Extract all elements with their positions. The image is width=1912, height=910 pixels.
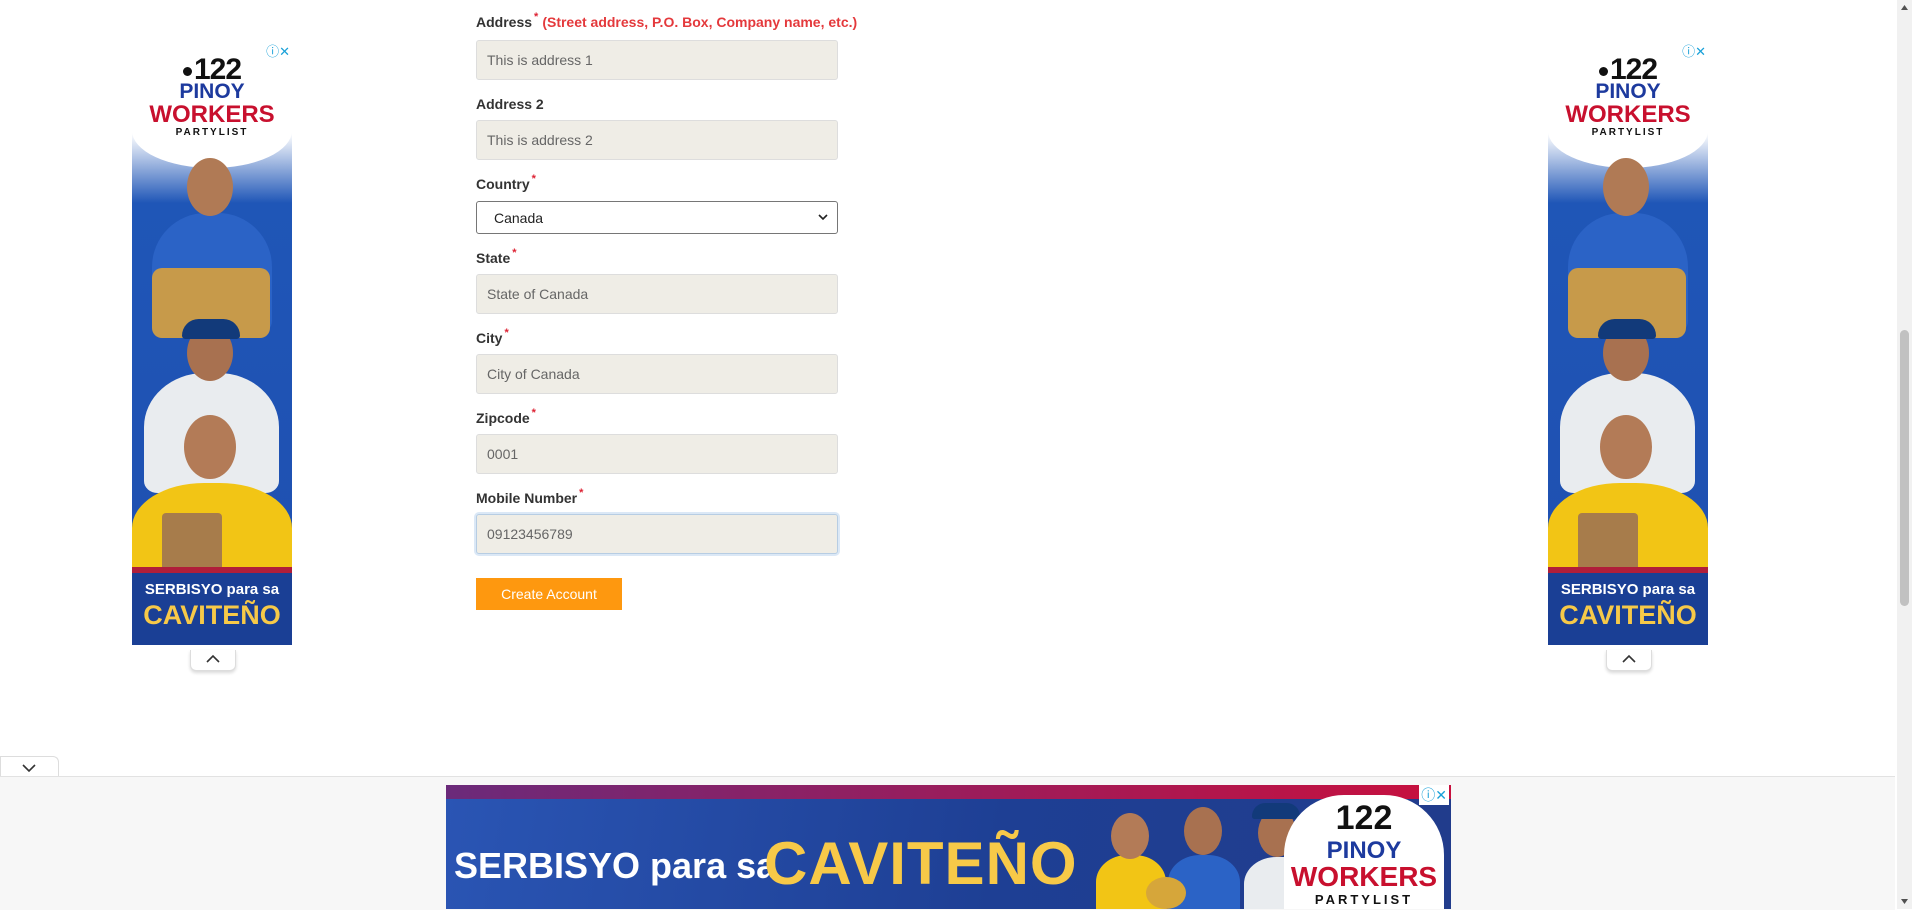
banner-person-2-head — [1184, 807, 1222, 855]
ad-name-line1: PINOY — [179, 80, 245, 103]
right-ad-collapse-button[interactable] — [1606, 650, 1652, 671]
address-label: Address * (Street address, P.O. Box, Compa… — [476, 11, 858, 30]
ad-tagline: SERBISYO para sa — [1560, 581, 1696, 598]
required-marker: * — [531, 407, 536, 419]
ad-footer: SERBISYO para sa CAVITEÑO — [132, 567, 292, 645]
left-side-ad[interactable]: 122 PINOY WORKERS PARTYLIST SERBISYO par… — [132, 43, 292, 645]
banner-name-line2: WORKERS — [1290, 861, 1438, 892]
page-scrollbar[interactable] — [1897, 0, 1912, 909]
ad-footer: SERBISYO para sa CAVITEÑO — [1548, 567, 1708, 645]
address2-input[interactable] — [476, 120, 838, 160]
ad-name-line2: WORKERS — [1565, 101, 1691, 128]
state-input[interactable] — [476, 274, 838, 314]
right-side-ad[interactable]: 122 PINOY WORKERS PARTYLIST SERBISYO par… — [1548, 43, 1708, 645]
ad-name-line3: PARTYLIST — [1591, 127, 1665, 138]
required-marker: * — [531, 173, 536, 185]
scrollbar-thumb[interactable] — [1900, 330, 1909, 606]
chevron-up-icon — [206, 654, 220, 663]
country-selected-value: Canada — [494, 210, 544, 226]
left-ad-collapse-button[interactable] — [190, 650, 236, 671]
country-select[interactable]: Canada — [476, 201, 838, 234]
banner-tagline: SERBISYO para sa — [454, 845, 777, 886]
close-icon[interactable]: ✕ — [1435, 787, 1447, 803]
close-icon[interactable]: ✕ — [1695, 44, 1706, 59]
ad-person-3-head — [1600, 415, 1652, 479]
ad-name-line1: PINOY — [1595, 80, 1661, 103]
city-input[interactable] — [476, 354, 838, 394]
required-marker: * — [579, 487, 584, 499]
address-input[interactable] — [476, 40, 838, 80]
banner-pineapple — [1146, 877, 1186, 909]
chevron-down-icon — [22, 764, 36, 773]
ad-bag — [1578, 513, 1638, 573]
ad-creative[interactable]: 122 PINOY WORKERS PARTYLIST SERBISYO par… — [1548, 43, 1708, 645]
city-label: City * — [476, 327, 509, 346]
info-icon[interactable]: ⓘ — [266, 44, 279, 59]
ad-choices[interactable]: ⓘ✕ — [266, 43, 290, 60]
country-label: Country * — [476, 173, 536, 192]
mobile-label: Mobile Number * — [476, 487, 584, 506]
scroll-down-arrow-icon[interactable] — [1900, 897, 1909, 906]
required-marker: * — [512, 247, 517, 259]
ad-tagline-big: CAVITEÑO — [1559, 600, 1697, 630]
mobile-number-input[interactable] — [476, 514, 838, 554]
chevron-down-icon — [818, 214, 828, 221]
banner-ad-choices[interactable]: ⓘ✕ — [1419, 785, 1449, 805]
zipcode-label: Zipcode * — [476, 407, 536, 426]
banner-person-1-head — [1111, 813, 1149, 859]
ad-creative[interactable]: 122 PINOY WORKERS PARTYLIST SERBISYO par… — [132, 43, 292, 645]
close-icon[interactable]: ✕ — [279, 44, 290, 59]
ad-choices[interactable]: ⓘ✕ — [1682, 43, 1706, 60]
state-label: State * — [476, 247, 517, 266]
ad-person-3-head — [184, 415, 236, 479]
ad-person-1-head — [1603, 158, 1649, 216]
scroll-up-arrow-icon[interactable] — [1900, 3, 1909, 12]
ad-cap — [182, 319, 240, 339]
address2-label: Address 2 — [476, 96, 544, 112]
required-marker: * — [534, 11, 539, 23]
banner-stripe — [446, 785, 1451, 799]
chevron-up-icon — [1622, 654, 1636, 663]
banner-tagline-big: CAVITEÑO — [764, 830, 1078, 897]
ad-name-line3: PARTYLIST — [175, 127, 249, 138]
create-account-button[interactable]: Create Account — [476, 578, 622, 610]
address-hint: (Street address, P.O. Box, Company name,… — [542, 14, 858, 30]
banner-logo: 122 PINOY WORKERS PARTYLIST — [1284, 795, 1444, 909]
ad-tagline-big: CAVITEÑO — [143, 600, 281, 630]
required-marker: * — [504, 327, 509, 339]
ad-name-line2: WORKERS — [149, 101, 275, 128]
ad-person-1-head — [187, 158, 233, 216]
bottom-banner-ad[interactable]: SERBISYO para sa CAVITEÑO 122 PINOY WORK… — [446, 785, 1451, 909]
info-icon[interactable]: ⓘ — [1421, 787, 1435, 803]
ad-bag — [162, 513, 222, 573]
ad-tagline: SERBISYO para sa — [144, 581, 280, 598]
zipcode-input[interactable] — [476, 434, 838, 474]
ad-cap — [1598, 319, 1656, 339]
banner-name-line3: PARTYLIST — [1314, 892, 1414, 907]
info-icon[interactable]: ⓘ — [1682, 44, 1695, 59]
